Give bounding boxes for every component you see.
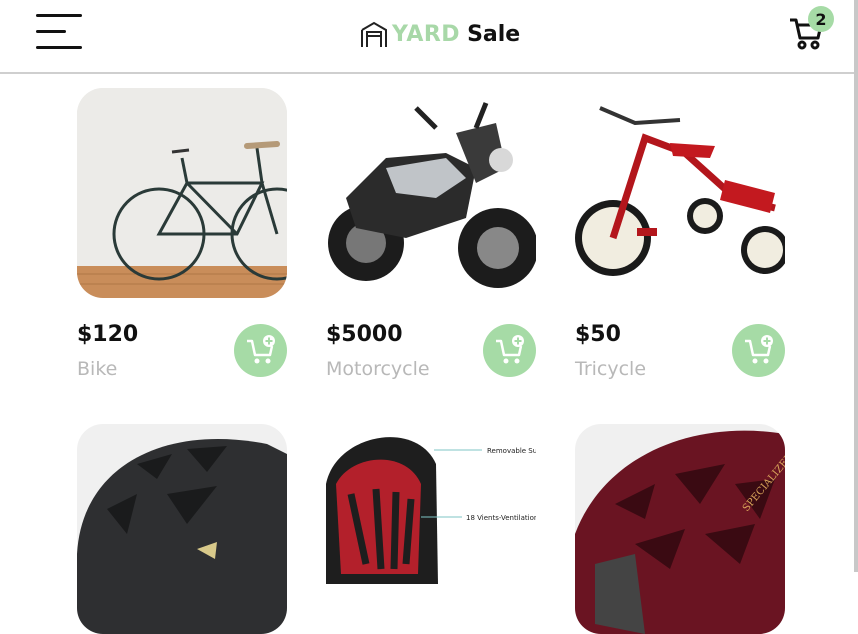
add-to-cart-button[interactable] xyxy=(234,324,287,377)
product-card-helmet-diagram[interactable]: Removable Sun 18 Vients-Ventilation s xyxy=(326,424,538,634)
add-cart-icon xyxy=(246,334,275,363)
product-name: Motorcycle xyxy=(326,358,430,380)
product-image-black-helmet[interactable] xyxy=(77,424,287,634)
product-card-red-helmet[interactable]: SPECIALIZED xyxy=(575,424,787,634)
product-image-motorcycle[interactable] xyxy=(326,88,536,298)
product-card-bike[interactable]: $120 Bike xyxy=(77,88,289,380)
product-name: Bike xyxy=(77,358,118,380)
bicycle-illustration xyxy=(77,88,287,298)
app-header: YARD Sale 2 xyxy=(0,0,854,74)
add-cart-icon xyxy=(495,334,524,363)
add-to-cart-button[interactable] xyxy=(732,324,785,377)
add-cart-icon xyxy=(744,334,773,363)
add-to-cart-button[interactable] xyxy=(483,324,536,377)
product-image-bike[interactable] xyxy=(77,88,287,298)
product-name: Tricycle xyxy=(575,358,647,380)
tricycle-illustration xyxy=(575,106,785,276)
brand-logo[interactable]: YARD Sale xyxy=(360,18,520,50)
brand-sale-text: Sale xyxy=(467,21,521,47)
product-card-motorcycle[interactable]: $5000 Motorcycle xyxy=(326,88,538,380)
product-price: $50 xyxy=(575,322,621,347)
motorcycle-illustration xyxy=(328,102,536,288)
product-image-red-helmet[interactable]: SPECIALIZED xyxy=(575,424,785,634)
product-image-helmet-diagram[interactable]: Removable Sun 18 Vients-Ventilation s xyxy=(326,424,536,634)
helmet-diagram-illustration: Removable Sun 18 Vients-Ventilation s xyxy=(326,437,536,584)
product-price: $120 xyxy=(77,322,139,347)
product-image-tricycle[interactable] xyxy=(575,88,785,298)
red-helmet-illustration: SPECIALIZED xyxy=(575,430,785,634)
scrollbar[interactable] xyxy=(854,0,858,572)
cart-button[interactable]: 2 xyxy=(788,6,834,52)
product-card-black-helmet[interactable] xyxy=(77,424,289,634)
product-price: $5000 xyxy=(326,322,403,347)
callout-ventilation: 18 Vients-Ventilation s xyxy=(466,514,536,522)
hamburger-menu-icon[interactable] xyxy=(36,14,82,50)
black-helmet-illustration xyxy=(77,438,287,634)
garage-logo-icon xyxy=(361,21,387,47)
cart-count-badge: 2 xyxy=(808,6,834,32)
product-card-tricycle[interactable]: $50 Tricycle xyxy=(575,88,787,380)
brand-yard-text: YARD xyxy=(392,21,461,47)
callout-removable-sun: Removable Sun xyxy=(487,447,536,455)
